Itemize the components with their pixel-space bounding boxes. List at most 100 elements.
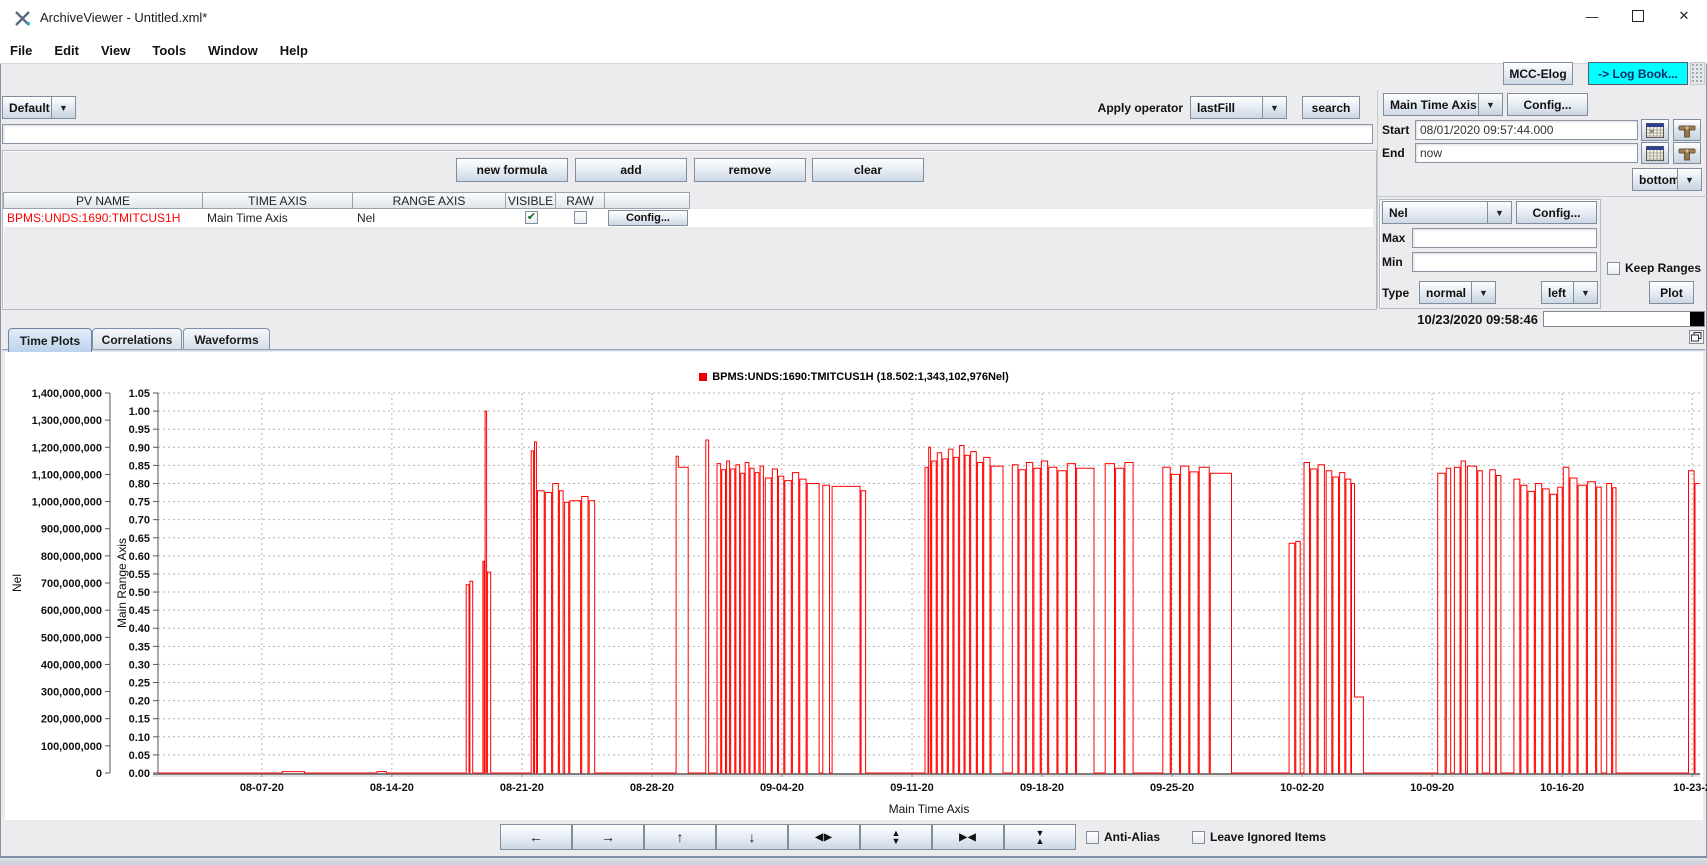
end-time-pick-button[interactable] [1673,142,1701,164]
svg-text:0.20: 0.20 [129,696,150,708]
panel-divider [1377,90,1378,308]
svg-text:0.40: 0.40 [129,623,150,635]
svg-text:700,000,000: 700,000,000 [41,578,102,590]
type-combobox[interactable]: normal ▼ [1419,281,1496,304]
remove-button[interactable]: remove [694,158,806,182]
menu-tools[interactable]: Tools [152,43,186,58]
row-config-button[interactable]: Config... [608,210,688,226]
tab-waveforms[interactable]: Waveforms [183,328,270,350]
pv-list-panel [2,150,1377,310]
pv-name-cell[interactable]: BPMS:UNDS:1690:TMITCUS1H [3,209,203,227]
range-axis-cell[interactable]: Nel [353,209,506,227]
end-input[interactable]: now [1415,143,1638,163]
time-axis-combobox[interactable]: Main Time Axis ▼ [1383,93,1503,116]
minimize-button[interactable]: — [1569,0,1615,32]
tab-correlations[interactable]: Correlations [92,328,182,350]
detach-plot-button[interactable] [1689,330,1704,344]
start-calendar-button[interactable] [1641,119,1669,141]
svg-text:1.00: 1.00 [129,406,150,418]
svg-text:1,200,000,000: 1,200,000,000 [32,442,102,454]
new-formula-button[interactable]: new formula [456,158,568,182]
menu-window[interactable]: Window [208,43,258,58]
tab-time-plots[interactable]: Time Plots [8,328,92,352]
raw-checkbox[interactable] [574,211,587,224]
chevron-down-icon[interactable]: ▼ [1487,201,1512,224]
search-button[interactable]: search [1302,96,1360,119]
svg-text:09-04-20: 09-04-20 [760,782,804,794]
expand-x-button[interactable]: ◀▶ [788,824,860,850]
expand-vertical-icon: ▲▼ [892,829,901,845]
menu-help[interactable]: Help [280,43,308,58]
pan-left-button[interactable]: ← [500,824,572,850]
end-calendar-button[interactable] [1641,142,1669,164]
col-header-raw[interactable]: RAW [556,192,605,209]
close-button[interactable]: ✕ [1661,0,1707,32]
svg-text:0.25: 0.25 [129,678,150,690]
chevron-down-icon[interactable]: ▼ [1573,281,1598,304]
anti-alias-label: Anti-Alias [1104,829,1160,845]
plot-button[interactable]: Plot [1649,281,1694,304]
chevron-down-icon[interactable]: ▼ [1677,168,1702,191]
axis-position-combobox[interactable]: bottom ▼ [1632,168,1702,191]
visible-checkbox[interactable]: ✔ [525,211,538,224]
chevron-down-icon[interactable]: ▼ [1262,96,1287,119]
profile-combobox[interactable]: Default ▼ [2,96,76,119]
start-input[interactable]: 08/01/2020 09:57:44.000 [1415,120,1638,140]
pan-down-button[interactable]: ↓ [716,824,788,850]
clear-button[interactable]: clear [812,158,924,182]
svg-text:08-28-20: 08-28-20 [630,782,674,794]
title-bar[interactable]: ArchiveViewer - Untitled.xml* — ✕ [0,0,1707,38]
expand-y-button[interactable]: ▲▼ [860,824,932,850]
operator-combobox[interactable]: lastFill ▼ [1190,96,1287,119]
maximize-button[interactable] [1615,0,1661,32]
menu-bar: File Edit View Tools Window Help [0,38,1707,64]
pan-up-button[interactable]: ↑ [644,824,716,850]
side-combobox[interactable]: left ▼ [1541,281,1598,304]
leave-ignored-checkbox[interactable] [1192,831,1205,844]
shrink-y-button[interactable]: ▼▲ [1004,824,1076,850]
progress-indicator [1690,312,1704,326]
time-axis-cell[interactable]: Main Time Axis [203,209,353,227]
svg-text:0.15: 0.15 [129,714,150,726]
maximize-icon [1632,10,1644,22]
anti-alias-checkbox[interactable] [1086,831,1099,844]
range-axis-combobox[interactable]: Nel ▼ [1382,201,1512,224]
pan-right-button[interactable]: → [572,824,644,850]
svg-text:0.80: 0.80 [129,478,150,490]
window-title: ArchiveViewer - Untitled.xml* [40,10,207,25]
range-axis-config-button[interactable]: Config... [1516,201,1597,224]
menu-file[interactable]: File [10,43,32,58]
svg-text:0.00: 0.00 [129,768,150,780]
menu-edit[interactable]: Edit [54,43,79,58]
time-axis-config-button[interactable]: Config... [1507,93,1588,116]
min-input[interactable] [1412,252,1597,272]
arrow-right-icon: → [601,829,615,845]
col-header-pv-name[interactable]: PV NAME [3,192,203,209]
svg-text:0: 0 [96,768,102,780]
svg-text:0.65: 0.65 [129,533,150,545]
add-button[interactable]: add [575,158,687,182]
log-book-button[interactable]: -> Log Book... [1588,62,1688,85]
chevron-down-icon[interactable]: ▼ [1471,281,1496,304]
svg-text:1,300,000,000: 1,300,000,000 [32,415,102,427]
formula-input[interactable] [2,124,1373,144]
svg-text:08-07-20: 08-07-20 [240,782,284,794]
svg-text:Nel: Nel [10,574,24,592]
svg-text:800,000,000: 800,000,000 [41,551,102,563]
shrink-x-button[interactable]: ▶◀ [932,824,1004,850]
col-header-time-axis[interactable]: TIME AXIS [203,192,353,209]
chevron-down-icon[interactable]: ▼ [51,96,76,119]
chevron-down-icon[interactable]: ▼ [1478,93,1503,116]
max-input[interactable] [1412,228,1597,248]
menu-view[interactable]: View [101,43,130,58]
svg-text:0.70: 0.70 [129,515,150,527]
mcc-elog-button[interactable]: MCC-Elog [1503,62,1573,85]
col-header-range-axis[interactable]: RANGE AXIS [353,192,506,209]
col-header-visible[interactable]: VISIBLE [506,192,556,209]
svg-text:08-14-20: 08-14-20 [370,782,414,794]
start-time-pick-button[interactable] [1673,119,1701,141]
svg-text:0.85: 0.85 [129,460,150,472]
time-plot-canvas[interactable]: 0.000.050.100.150.200.250.300.350.400.45… [5,352,1703,820]
arrow-up-icon: ↑ [677,829,684,845]
keep-ranges-checkbox[interactable] [1607,262,1620,275]
